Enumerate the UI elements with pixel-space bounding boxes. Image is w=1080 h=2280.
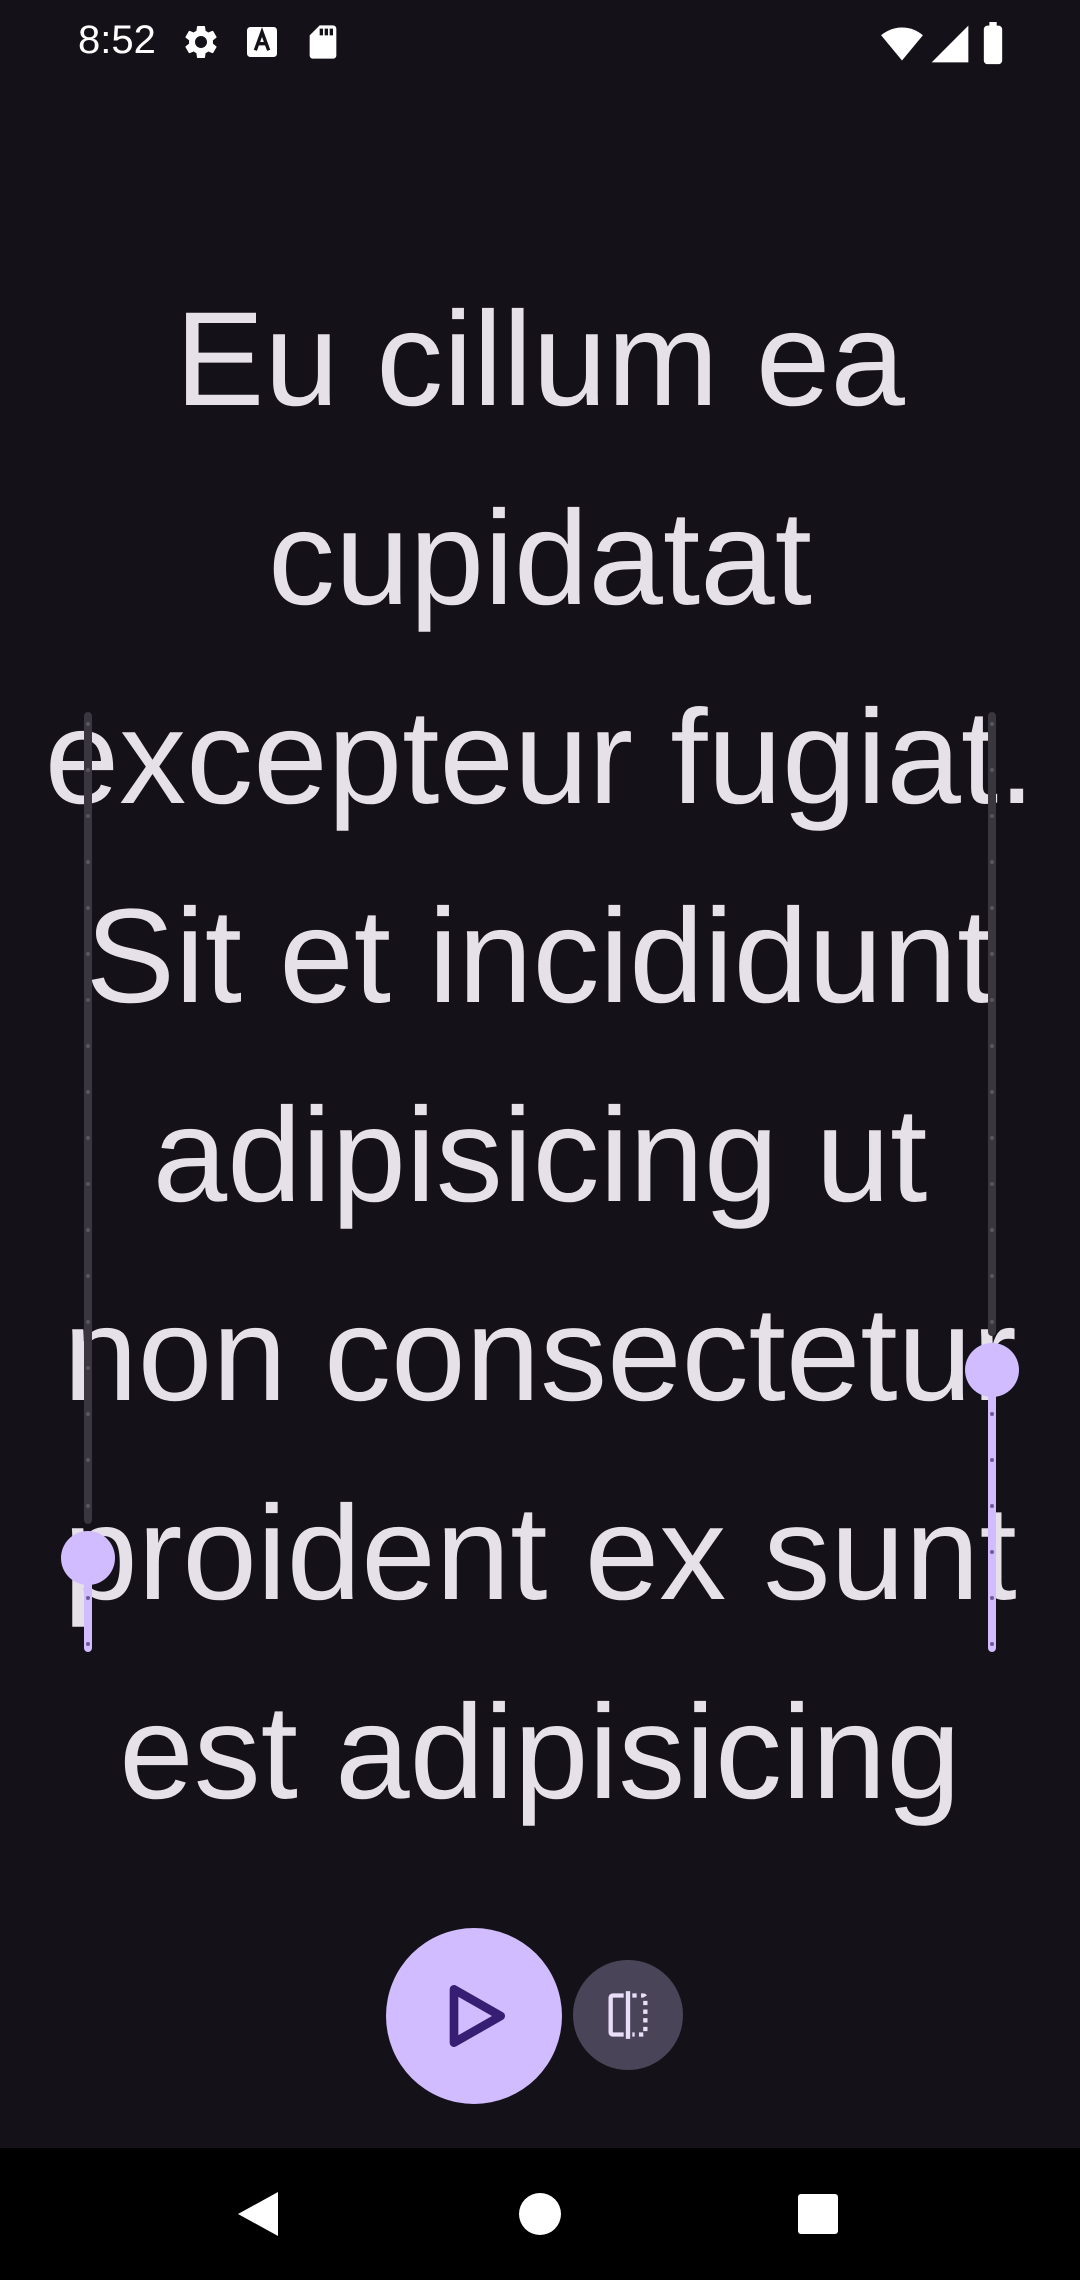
slider-tick xyxy=(86,1320,90,1324)
status-time: 8:52 xyxy=(78,18,156,62)
slider-tick xyxy=(86,1136,90,1140)
slider-tick xyxy=(990,1274,994,1278)
slider-tick xyxy=(86,998,90,1002)
slider-tick xyxy=(990,1136,994,1140)
slider-tick xyxy=(990,1458,994,1462)
status-bar: 8:52 xyxy=(0,0,1080,88)
slider-tick xyxy=(86,1366,90,1370)
recents-button[interactable] xyxy=(774,2170,862,2258)
play-button[interactable] xyxy=(386,1928,562,2104)
slider-tick xyxy=(86,1182,90,1186)
slider-tick xyxy=(990,1228,994,1232)
left-vertical-slider[interactable] xyxy=(58,710,118,1654)
slider-tick xyxy=(86,1274,90,1278)
recents-icon xyxy=(798,2194,838,2234)
home-button[interactable] xyxy=(496,2170,584,2258)
slider-tick xyxy=(86,860,90,864)
text-a-icon xyxy=(247,27,277,57)
slider-tick xyxy=(990,1596,994,1600)
reader-area[interactable]: Eu cillum ea cupidatat excepteur fugiat.… xyxy=(0,0,1080,2148)
right-vertical-slider[interactable] xyxy=(962,710,1022,1654)
slider-tick xyxy=(990,1412,994,1416)
slider-thumb[interactable] xyxy=(965,1343,1019,1397)
home-icon xyxy=(519,2193,561,2235)
slider-tick xyxy=(990,1182,994,1186)
slider-tick xyxy=(990,1642,994,1646)
wifi-icon xyxy=(881,27,923,61)
slider-tick xyxy=(990,1090,994,1094)
back-button[interactable] xyxy=(214,2170,302,2258)
slider-tick xyxy=(86,1642,90,1646)
slider-tick xyxy=(990,768,994,772)
slider-tick xyxy=(86,1504,90,1508)
slider-tick xyxy=(86,1458,90,1462)
slider-track-inactive xyxy=(988,712,996,1336)
slider-tick xyxy=(990,860,994,864)
slider-tick xyxy=(86,1412,90,1416)
slider-tick xyxy=(990,998,994,1002)
split-view-button[interactable] xyxy=(573,1960,683,2070)
slider-tick xyxy=(990,1550,994,1554)
split-view-icon xyxy=(608,1991,648,2039)
slider-tick xyxy=(990,906,994,910)
slider-tick xyxy=(86,722,90,726)
slider-tick xyxy=(990,722,994,726)
back-icon xyxy=(238,2192,278,2236)
gear-icon xyxy=(185,25,217,58)
slider-track-active xyxy=(988,1380,996,1652)
slider-tick xyxy=(86,768,90,772)
slider-tick xyxy=(990,1320,994,1324)
slider-tick xyxy=(990,1044,994,1048)
battery-icon xyxy=(983,22,1003,65)
reader-text: Eu cillum ea cupidatat excepteur fugiat.… xyxy=(44,285,1036,1827)
slider-thumb[interactable] xyxy=(61,1531,115,1585)
slider-tick xyxy=(86,1596,90,1600)
slider-tick xyxy=(990,814,994,818)
slider-tick xyxy=(990,1504,994,1508)
play-icon xyxy=(449,1985,505,2047)
slider-tick xyxy=(86,1228,90,1232)
cell-signal-icon xyxy=(931,25,969,63)
slider-track-inactive xyxy=(84,712,92,1524)
slider-tick xyxy=(86,814,90,818)
slider-tick xyxy=(86,1090,90,1094)
slider-tick xyxy=(86,906,90,910)
slider-tick xyxy=(86,1044,90,1048)
navigation-bar xyxy=(0,2148,1080,2280)
sd-card-icon xyxy=(309,25,337,59)
slider-tick xyxy=(86,952,90,956)
slider-tick xyxy=(990,952,994,956)
